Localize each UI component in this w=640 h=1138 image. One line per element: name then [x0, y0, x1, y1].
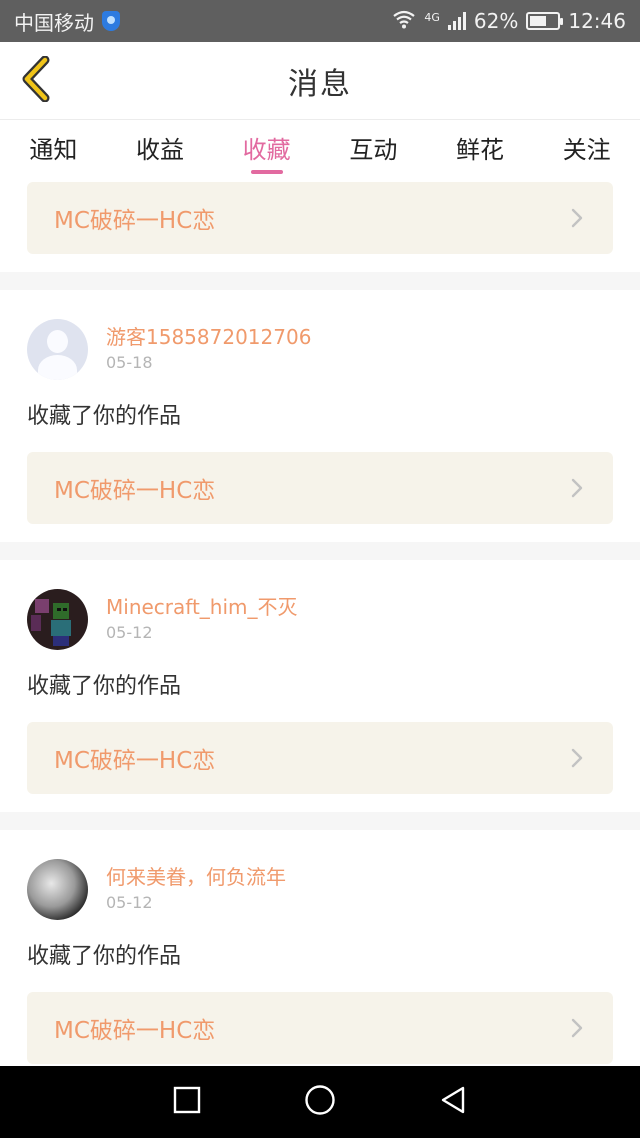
tab-earnings[interactable]: 收益: [107, 120, 214, 182]
back-nav-button[interactable]: [433, 1082, 473, 1122]
username[interactable]: 何来美眷，何负流年: [106, 863, 286, 891]
shield-icon: [102, 11, 120, 31]
back-button[interactable]: [10, 52, 66, 110]
username[interactable]: Minecraft_him_不灭: [106, 593, 298, 621]
user-row: 游客1585872012706 05-18: [27, 318, 613, 380]
avatar[interactable]: [27, 588, 88, 650]
chevron-right-icon: [567, 478, 587, 498]
list-item: 游客1585872012706 05-18 收藏了你的作品 MC破碎一HC恋: [0, 290, 640, 542]
date: 05-18: [106, 353, 153, 372]
work-link[interactable]: MC破碎一HC恋: [27, 182, 613, 254]
list-item: 何来美眷，何负流年 05-12 收藏了你的作品 MC破碎一HC恋: [0, 830, 640, 1066]
user-row: 何来美眷，何负流年 05-12: [27, 858, 613, 920]
chevron-right-icon: [567, 1018, 587, 1038]
chevron-right-icon: [567, 208, 587, 228]
tab-flowers[interactable]: 鲜花: [427, 120, 534, 182]
work-link[interactable]: MC破碎一HC恋: [27, 452, 613, 524]
status-bar: 中国移动 4G 62% 12:46: [0, 0, 640, 42]
tab-favorites[interactable]: 收藏: [213, 120, 320, 182]
status-left: 中国移动: [14, 7, 120, 36]
username[interactable]: 游客1585872012706: [106, 323, 311, 351]
action-text: 收藏了你的作品: [27, 674, 182, 699]
avatar[interactable]: [27, 858, 88, 920]
tab-follow[interactable]: 关注: [533, 120, 640, 182]
action-text: 收藏了你的作品: [27, 404, 182, 429]
tab-notify[interactable]: 通知: [0, 120, 107, 182]
header-bar: 消息: [0, 42, 640, 120]
recent-apps-button[interactable]: [167, 1082, 207, 1122]
date: 05-12: [106, 893, 153, 912]
battery-fill: [530, 16, 547, 26]
page-title: 消息: [288, 66, 352, 102]
date: 05-12: [106, 623, 153, 642]
user-row: Minecraft_him_不灭 05-12: [27, 588, 613, 650]
navigation-bar: [0, 1066, 640, 1138]
work-link[interactable]: MC破碎一HC恋: [27, 722, 613, 794]
chevron-right-icon: [567, 748, 587, 768]
clock: 12:46: [568, 9, 626, 33]
status-right: 4G 62% 12:46: [392, 9, 626, 34]
chevron-left-icon: [21, 55, 55, 106]
work-title: MC破碎一HC恋: [54, 748, 216, 774]
list-item: Minecraft_him_不灭 05-12 收藏了你的作品 MC破碎一HC恋: [0, 560, 640, 812]
recent-apps-icon: [173, 1086, 201, 1118]
action-text: 收藏了你的作品: [27, 944, 182, 969]
message-list[interactable]: MC破碎一HC恋 游客1585872012706 05-18 收藏了你的作品 M…: [0, 182, 640, 1066]
tab-interaction[interactable]: 互动: [320, 120, 427, 182]
tab-bar: 通知 收益 收藏 互动 鲜花 关注: [0, 120, 640, 182]
carrier-label: 中国移动: [14, 10, 94, 35]
signal-icon: [447, 12, 466, 30]
work-title: MC破碎一HC恋: [54, 478, 216, 504]
wifi-icon: [392, 9, 416, 34]
avatar[interactable]: [27, 318, 88, 380]
home-button[interactable]: [300, 1082, 340, 1122]
network-label: 4G: [424, 10, 440, 24]
list-item: MC破碎一HC恋: [0, 182, 640, 272]
battery-percent: 62%: [473, 9, 519, 33]
battery-icon: [526, 12, 564, 30]
screen: 中国移动 4G 62% 12:46 消息 通知 收益 收藏 互动 鲜花 关注 M…: [0, 0, 640, 1138]
work-title: MC破碎一HC恋: [54, 1018, 216, 1044]
work-title: MC破碎一HC恋: [54, 208, 216, 234]
back-icon: [439, 1085, 467, 1119]
home-icon: [304, 1084, 336, 1120]
work-link[interactable]: MC破碎一HC恋: [27, 992, 613, 1064]
